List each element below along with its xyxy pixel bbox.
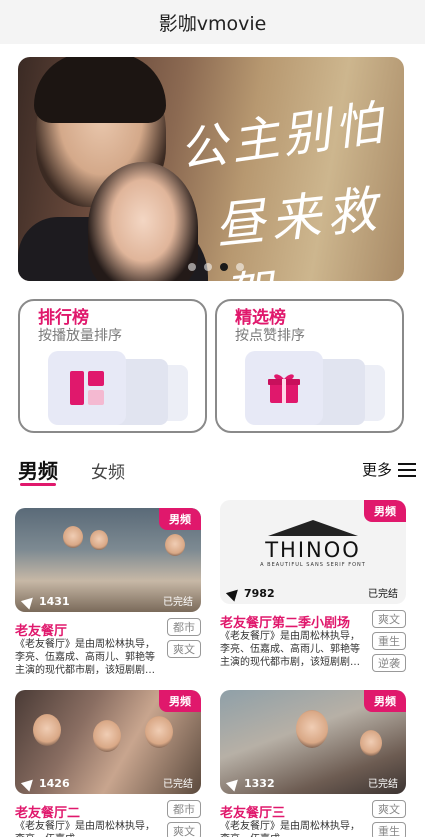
- tab-male[interactable]: 男频: [18, 455, 58, 484]
- thumb-face: [90, 530, 108, 550]
- category-badge: 男频: [159, 690, 201, 712]
- tag[interactable]: 重生: [372, 822, 406, 837]
- more-label: 更多: [361, 461, 392, 479]
- tag[interactable]: 都市: [167, 618, 201, 636]
- tag[interactable]: 逆袭: [372, 654, 406, 672]
- thumb-face: [33, 714, 61, 746]
- drama-card[interactable]: THINOO A BEAUTIFUL SANS SERIF FONT 男频 79…: [220, 500, 406, 672]
- tab-female[interactable]: 女频: [91, 458, 125, 483]
- mountain-graphic: [268, 520, 358, 536]
- status-label: 已完结: [368, 589, 398, 600]
- play-count: 7982: [225, 585, 275, 602]
- category-tabs: 男频 女频 更多: [18, 455, 418, 489]
- featured-subtitle: 按点赞排序: [235, 328, 305, 344]
- status-label: 已完结: [163, 597, 193, 608]
- tag[interactable]: 爽文: [167, 822, 201, 837]
- featured-illustration: [245, 351, 390, 426]
- app-header: 影咖vmovie: [0, 0, 425, 44]
- drama-thumbnail[interactable]: 男频 1332 已完结: [220, 690, 406, 794]
- status-label: 已完结: [163, 779, 193, 790]
- drama-title[interactable]: 老友餐厅第二季小剧场: [220, 612, 350, 631]
- drama-tags: 爽文 重生 逆袭: [372, 610, 406, 672]
- hero-banner[interactable]: 公主别怕 昼来救驾: [18, 57, 404, 281]
- play-count-value: 1426: [39, 777, 70, 790]
- drama-card[interactable]: 男频 1332 已完结 老友餐厅三 《老友餐厅》是由周松林执导，李亮、伍嘉成 爽…: [220, 690, 406, 837]
- play-count-value: 1431: [39, 595, 70, 608]
- more-button[interactable]: 更多: [362, 459, 416, 480]
- drama-card[interactable]: 男频 1426 已完结 老友餐厅二 《老友餐厅》是由周松林执导，李亮、伍嘉成 都…: [15, 690, 201, 837]
- drama-description: 《老友餐厅》是由周松林执导，李亮、伍嘉成: [220, 821, 360, 837]
- banner-dot[interactable]: [188, 263, 196, 271]
- play-count: 1332: [225, 775, 275, 792]
- drama-card[interactable]: 男频 1431 已完结 老友餐厅 《老友餐厅》是由周松林执导，李亮、伍嘉成、高雨…: [15, 508, 201, 676]
- thumbnail-tagline: A BEAUTIFUL SANS SERIF FONT: [260, 562, 366, 568]
- drama-thumbnail[interactable]: THINOO A BEAUTIFUL SANS SERIF FONT 男频 79…: [220, 500, 406, 604]
- banner-calligraphy: 公主别怕 昼来救驾: [168, 77, 398, 281]
- banner-calligraphy-line1: 公主别怕: [175, 94, 390, 180]
- category-badge: 男频: [364, 690, 406, 712]
- banner-figure-hair: [34, 57, 166, 123]
- drama-title[interactable]: 老友餐厅二: [15, 802, 80, 821]
- send-icon: [20, 593, 38, 610]
- thumb-face: [296, 710, 328, 748]
- drama-description: 《老友餐厅》是由周松林执导，李亮、伍嘉成、高雨儿、郭艳等主演的现代都市剧，该短剧…: [15, 639, 155, 676]
- thumbnail-brand: THINOO: [265, 538, 361, 562]
- banner-dot-active[interactable]: [220, 263, 228, 271]
- tag[interactable]: 爽文: [167, 640, 201, 658]
- banner-dot[interactable]: [204, 263, 212, 271]
- send-icon: [20, 775, 38, 792]
- drama-title[interactable]: 老友餐厅: [15, 620, 67, 639]
- ranking-illustration: [48, 351, 193, 426]
- drama-thumbnail[interactable]: 男频 1431 已完结: [15, 508, 201, 612]
- gift-box-icon: [268, 374, 300, 403]
- tag[interactable]: 重生: [372, 632, 406, 650]
- tag[interactable]: 爽文: [372, 800, 406, 818]
- tag[interactable]: 爽文: [372, 610, 406, 628]
- send-icon: [225, 775, 243, 792]
- play-count-value: 7982: [244, 587, 275, 600]
- ranking-subtitle: 按播放量排序: [38, 328, 122, 344]
- drama-tags: 爽文 重生: [372, 800, 406, 837]
- play-count-value: 1332: [244, 777, 275, 790]
- thumb-face: [145, 716, 173, 748]
- drama-description: 《老友餐厅》是由周松林执导，李亮、伍嘉成: [15, 821, 155, 837]
- active-tab-indicator: [20, 483, 56, 486]
- thumb-face: [165, 534, 185, 556]
- featured-card[interactable]: 精选榜 按点赞排序: [215, 299, 404, 433]
- send-icon: [225, 585, 243, 602]
- drama-title[interactable]: 老友餐厅三: [220, 802, 285, 821]
- banner-dot[interactable]: [236, 263, 244, 271]
- drama-tags: 都市 爽文: [167, 618, 201, 658]
- drama-thumbnail[interactable]: 男频 1426 已完结: [15, 690, 201, 794]
- ranking-grid-icon: [70, 371, 104, 405]
- play-count: 1431: [20, 593, 70, 610]
- category-badge: 男频: [364, 500, 406, 522]
- drama-tags: 都市 爽文: [167, 800, 201, 837]
- thumb-face: [360, 730, 382, 756]
- ranking-card[interactable]: 排行榜 按播放量排序: [18, 299, 207, 433]
- tag[interactable]: 都市: [167, 800, 201, 818]
- menu-icon: [398, 462, 416, 477]
- play-count: 1426: [20, 775, 70, 792]
- status-label: 已完结: [368, 779, 398, 790]
- banner-pagination: [18, 263, 404, 271]
- app-title: 影咖vmovie: [158, 12, 267, 35]
- category-badge: 男频: [159, 508, 201, 530]
- thumb-face: [93, 720, 121, 752]
- thumb-face: [63, 526, 83, 548]
- drama-description: 《老友餐厅》是由周松林执导，李亮、伍嘉成、高雨儿、郭艳等主演的现代都市剧，该短剧…: [220, 631, 360, 668]
